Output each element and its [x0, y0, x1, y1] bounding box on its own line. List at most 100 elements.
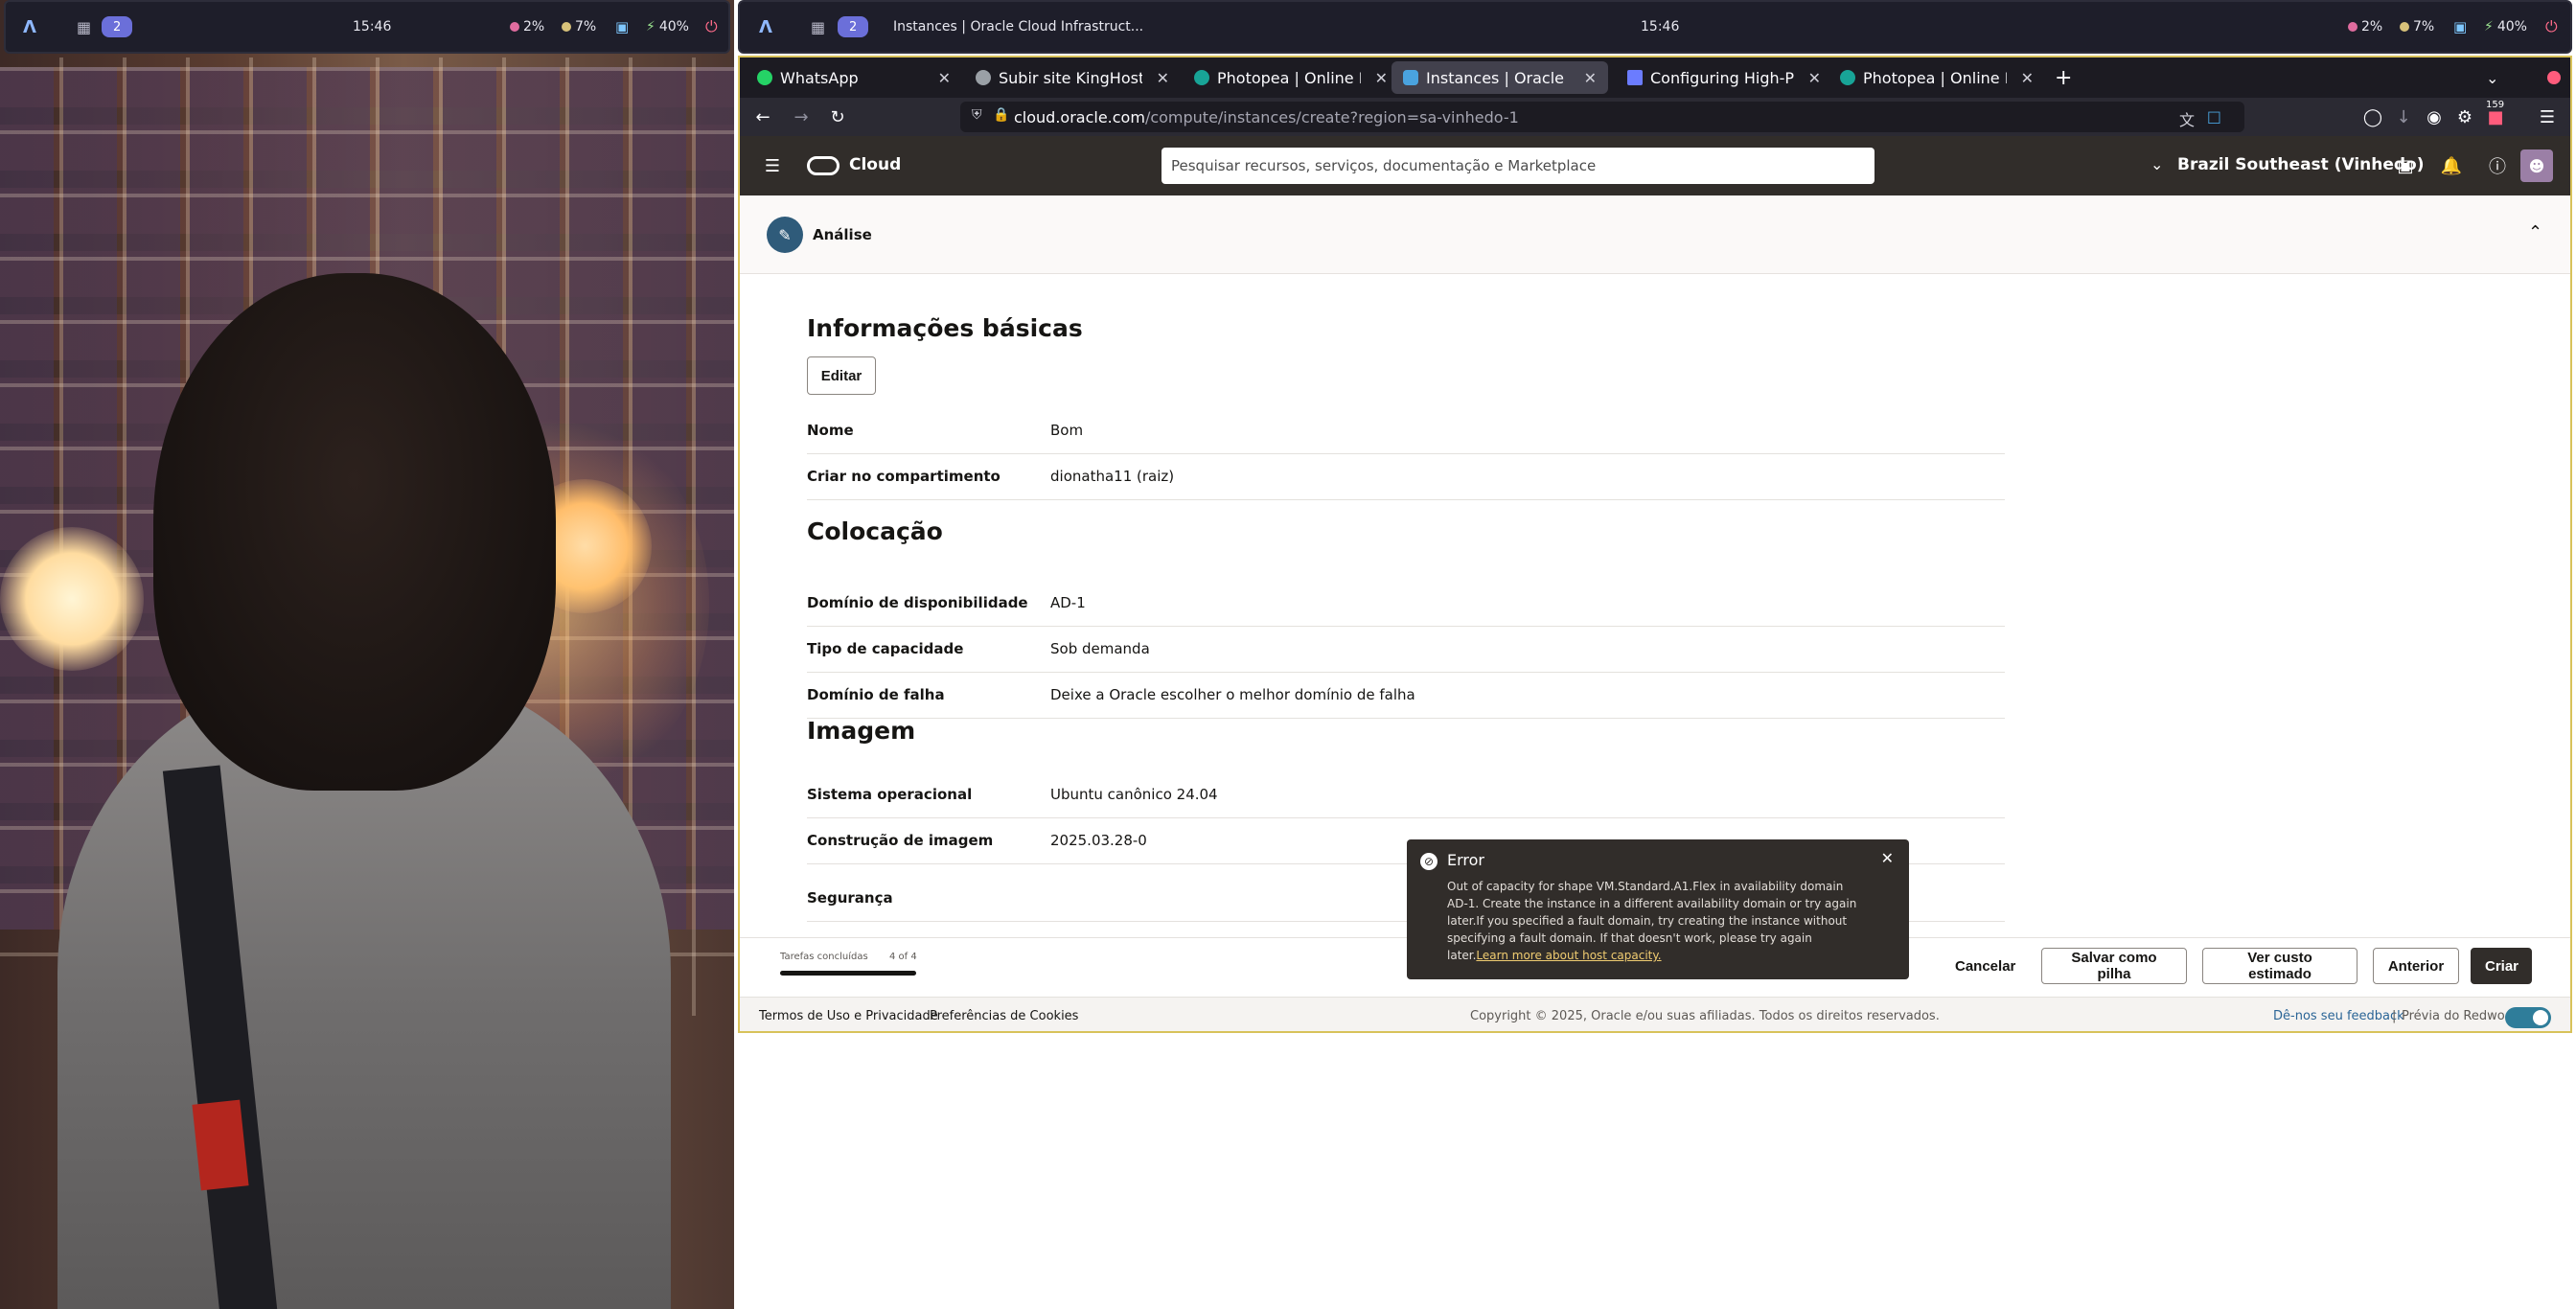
- tab-label: Instances | Oracle Cloud: [1426, 68, 1570, 87]
- reload-icon[interactable]: ↻: [826, 105, 849, 128]
- hamburger-menu-icon[interactable]: ☰: [761, 154, 784, 177]
- download-icon[interactable]: ↓: [2392, 105, 2415, 128]
- cancel-button[interactable]: Cancelar: [1942, 948, 2030, 984]
- url-bar[interactable]: ⛨ 🔒 cloud.oracle.com/compute/instances/c…: [960, 102, 2244, 132]
- close-tab-icon[interactable]: ✕: [1375, 69, 1388, 87]
- window-close-icon[interactable]: [2547, 71, 2561, 84]
- tab-kinghost[interactable]: Subir site KingHost ✕: [964, 61, 1181, 94]
- detail-key: Criar no compartimento: [807, 468, 1000, 485]
- new-tab-button[interactable]: +: [2043, 61, 2078, 94]
- detail-row: Domínio de disponibilidade AD-1: [807, 581, 2005, 627]
- cookies-link[interactable]: Preferências de Cookies: [930, 1009, 1078, 1023]
- host-capacity-link[interactable]: Learn more about host capacity.: [1476, 949, 1661, 962]
- detail-value: Sob demanda: [1050, 640, 1150, 657]
- help-icon[interactable]: ⓘ: [2486, 154, 2509, 177]
- url-host: cloud.oracle.com: [1014, 107, 1145, 126]
- tab-whatsapp[interactable]: WhatsApp ✕: [746, 61, 962, 94]
- region-selector[interactable]: Brazil Southeast (Vinhedo): [2177, 155, 2425, 174]
- close-tab-icon[interactable]: ✕: [1157, 69, 1169, 87]
- region-chevron-icon[interactable]: ⌄: [2150, 155, 2163, 173]
- display-icon[interactable]: ▣: [2453, 2, 2467, 52]
- tab-photopea-1[interactable]: Photopea | Online Photo ✕: [1183, 61, 1399, 94]
- display-icon[interactable]: ▣: [615, 2, 629, 52]
- tab-label: Photopea | Online Photo: [1863, 68, 2007, 87]
- progress-label: Tarefas concluídas: [780, 952, 868, 962]
- cloud-shell-icon[interactable]: ▣: [2394, 154, 2417, 177]
- tab-label: Photopea | Online Photo: [1217, 68, 1361, 87]
- close-tab-icon[interactable]: ✕: [1808, 69, 1821, 87]
- cpu-icon: [2348, 22, 2358, 32]
- arch-logo-icon[interactable]: Λ: [23, 2, 36, 52]
- close-tab-icon[interactable]: ✕: [1584, 69, 1597, 87]
- extensions-icon[interactable]: ⚙: [2453, 105, 2476, 128]
- url-path: /compute/instances/create?region=sa-vinh…: [1144, 107, 1519, 126]
- profile-avatar[interactable]: ☻: [2520, 149, 2553, 182]
- estimate-cost-button[interactable]: Ver custo estimado: [2202, 948, 2358, 984]
- oracle-logo-text[interactable]: Cloud: [849, 155, 901, 174]
- previous-button[interactable]: Anterior: [2373, 948, 2459, 984]
- redwood-toggle[interactable]: [2505, 1007, 2551, 1028]
- detail-row: Sistema operacional Ubuntu canônico 24.0…: [807, 772, 2005, 818]
- power-icon[interactable]: ⏻: [2545, 2, 2558, 52]
- edit-button[interactable]: Editar: [807, 356, 876, 395]
- bell-icon[interactable]: 🔔: [2440, 154, 2463, 177]
- feedback-link[interactable]: Dê-nos seu feedback: [2273, 1009, 2404, 1023]
- oracle-logo-icon[interactable]: [807, 156, 840, 175]
- tab-list-chevron-icon[interactable]: ⌄: [2474, 61, 2509, 94]
- footer-separator: |: [2392, 1009, 2397, 1023]
- workspace-badge[interactable]: 2: [102, 16, 133, 37]
- detail-key: Nome: [807, 422, 854, 439]
- navigation-bar: ← → ↻ ⛨ 🔒 cloud.oracle.com/compute/insta…: [740, 98, 2570, 136]
- lock-icon[interactable]: 🔒: [993, 107, 1009, 123]
- tab-label: WhatsApp: [780, 68, 859, 87]
- close-tab-icon[interactable]: ✕: [2021, 69, 2034, 87]
- memory-icon: [2400, 22, 2409, 32]
- image-heading: Imagem: [807, 717, 916, 745]
- progress-track: [780, 971, 916, 976]
- translate-icon[interactable]: 文: [2179, 107, 2195, 130]
- photopea-icon: [1194, 70, 1209, 85]
- tab-label: Subir site KingHost: [999, 68, 1142, 87]
- tab-photopea-2[interactable]: Photopea | Online Photo ✕: [1828, 61, 2045, 94]
- cpu-usage: 2%: [523, 19, 545, 34]
- forward-icon[interactable]: →: [790, 105, 813, 128]
- detail-key: Sistema operacional: [807, 786, 973, 803]
- detail-key: Domínio de disponibilidade: [807, 594, 1028, 611]
- grid-icon[interactable]: ▦: [811, 2, 825, 52]
- terms-link[interactable]: Termos de Uso e Privacidade: [759, 1009, 938, 1023]
- translate-page-icon[interactable]: □: [2207, 107, 2221, 126]
- tab-oracle-instances[interactable]: Instances | Oracle Cloud ✕: [1392, 61, 1608, 94]
- progress-count: 4 of 4: [889, 952, 917, 962]
- page-footer: Termos de Uso e Privacidade Preferências…: [740, 997, 2570, 1031]
- photopea-icon: [1840, 70, 1855, 85]
- search-input[interactable]: Pesquisar recursos, serviços, documentaç…: [1162, 148, 1874, 184]
- account-icon[interactable]: ◉: [2423, 105, 2446, 128]
- workspace-badge[interactable]: 2: [838, 16, 869, 37]
- menu-icon[interactable]: ☰: [2536, 105, 2559, 128]
- detail-key: Tipo de capacidade: [807, 640, 964, 657]
- close-tab-icon[interactable]: ✕: [938, 69, 951, 87]
- grid-icon[interactable]: ▦: [77, 2, 91, 52]
- power-icon[interactable]: ⏻: [705, 2, 718, 52]
- shield-icon[interactable]: ⛨: [972, 107, 982, 123]
- detail-row: Domínio de falha Deixe a Oracle escolher…: [807, 673, 2005, 719]
- detail-value: 2025.03.28-0: [1050, 832, 1147, 849]
- memory-icon: [562, 22, 571, 32]
- save-stack-button[interactable]: Salvar como pilha: [2041, 948, 2187, 984]
- back-icon[interactable]: ←: [751, 105, 774, 128]
- detail-key: Segurança: [807, 889, 893, 907]
- pocket-icon[interactable]: ◯: [2361, 105, 2384, 128]
- collapse-chevron-icon[interactable]: ⌃: [2528, 222, 2542, 242]
- progress-fill: [780, 971, 916, 976]
- toggle-knob: [2533, 1010, 2548, 1025]
- close-toast-icon[interactable]: ✕: [1881, 849, 1894, 867]
- detail-value: AD-1: [1050, 594, 1086, 611]
- cpu-icon: [510, 22, 519, 32]
- toast-message: Out of capacity for shape VM.Standard.A1…: [1447, 878, 1859, 964]
- arch-logo-icon[interactable]: Λ: [759, 2, 772, 52]
- detail-key: Construção de imagem: [807, 832, 994, 849]
- create-button[interactable]: Criar: [2471, 948, 2532, 984]
- battery-icon: ⚡: [646, 19, 656, 34]
- wallpaper-lamp-left: [0, 527, 144, 671]
- tab-configuring[interactable]: Configuring High-Perfor ✕: [1616, 61, 1832, 94]
